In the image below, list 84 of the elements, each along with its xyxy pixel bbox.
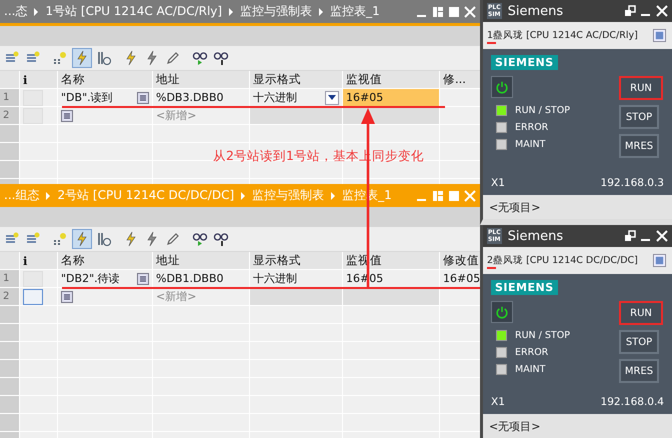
window-icon[interactable] bbox=[653, 254, 666, 267]
table-cell: 16#05 bbox=[443, 272, 480, 285]
breadcrumb-item[interactable]: 监控与强制表 bbox=[240, 3, 312, 20]
power-button[interactable] bbox=[491, 76, 513, 98]
ip-address: 192.168.0.4 bbox=[600, 396, 664, 408]
table-cell: %DB3.DBB0 bbox=[156, 91, 224, 104]
close-icon[interactable] bbox=[656, 230, 668, 242]
column-header[interactable]: 地址 bbox=[153, 71, 249, 88]
grid-icon[interactable] bbox=[51, 230, 69, 248]
brand-logo: SIEMENS bbox=[491, 280, 558, 295]
row-header: 1 bbox=[0, 270, 19, 287]
caret-icon bbox=[328, 95, 336, 100]
row-header: 2 bbox=[0, 288, 19, 305]
dropdown-button[interactable] bbox=[325, 90, 339, 104]
table-cell: <新增> bbox=[156, 289, 196, 304]
table-cell: %DB1.DBB0 bbox=[156, 272, 224, 285]
tag-list-icon[interactable] bbox=[137, 272, 149, 284]
led-label: ERROR bbox=[515, 347, 548, 358]
column-header[interactable]: 名称 bbox=[58, 252, 152, 269]
device-name: 2蠱风珑 [CPU 1214C DC/DC/DC] bbox=[487, 254, 638, 267]
panel-title: Siemens bbox=[508, 228, 564, 244]
panel-title: Siemens bbox=[508, 4, 564, 18]
mode-button[interactable]: MRES bbox=[619, 359, 659, 383]
split-icon[interactable] bbox=[432, 6, 444, 18]
led-label: RUN / STOP bbox=[515, 330, 570, 341]
column-header[interactable]: 名称 bbox=[58, 71, 152, 88]
column-header[interactable]: 显示格式 bbox=[250, 252, 342, 269]
tag-list-icon[interactable] bbox=[61, 110, 73, 122]
power-button[interactable] bbox=[491, 301, 513, 323]
brand-logo: SIEMENS bbox=[491, 55, 558, 70]
port-label: X1 bbox=[491, 396, 505, 408]
lightning-icon[interactable] bbox=[72, 48, 92, 68]
led-label: RUN / STOP bbox=[515, 105, 570, 116]
breadcrumb-arrow-icon bbox=[33, 8, 40, 16]
port-label: X1 bbox=[491, 177, 505, 189]
power-icon bbox=[495, 80, 509, 94]
maximize-icon[interactable] bbox=[448, 6, 460, 18]
table-cell: 十六进制 bbox=[253, 271, 297, 286]
row-header: 2 bbox=[0, 107, 19, 124]
mode-button[interactable]: MRES bbox=[619, 134, 659, 158]
led-label: MAINT bbox=[515, 139, 546, 150]
restore-icon[interactable] bbox=[624, 230, 636, 242]
table-cell: <新增> bbox=[156, 108, 196, 123]
annotation-underline bbox=[487, 42, 496, 44]
breadcrumb-item[interactable]: 监控表_1 bbox=[330, 3, 380, 20]
tag-list-icon[interactable] bbox=[137, 92, 149, 104]
grid-icon[interactable] bbox=[51, 49, 69, 67]
mode-button[interactable]: RUN bbox=[619, 301, 663, 325]
restore-icon[interactable] bbox=[624, 5, 636, 17]
column-header[interactable]: i bbox=[20, 71, 57, 88]
mode-button[interactable]: STOP bbox=[619, 105, 659, 129]
window-icon[interactable] bbox=[653, 29, 666, 42]
project-label: <无项目> bbox=[489, 200, 540, 214]
ip-address: 192.168.0.3 bbox=[600, 177, 664, 189]
close-icon[interactable] bbox=[656, 5, 668, 17]
table-cell: 16#05 bbox=[343, 89, 439, 106]
mode-button[interactable]: RUN bbox=[619, 76, 663, 100]
column-header[interactable]: 监视值 bbox=[343, 71, 439, 88]
mode-button[interactable]: STOP bbox=[619, 330, 659, 354]
breadcrumb-item[interactable]: ...态 bbox=[4, 3, 28, 20]
table-cell: "DB2".待读 bbox=[61, 271, 120, 286]
led-label: MAINT bbox=[515, 364, 546, 375]
breadcrumb-arrow-icon bbox=[45, 192, 52, 200]
device-name: 1蠱风珑 [CPU 1214C AC/DC/Rly] bbox=[487, 29, 638, 42]
tag-list-icon[interactable] bbox=[61, 290, 73, 302]
project-label: <无项目> bbox=[489, 418, 540, 434]
annotation-underline bbox=[487, 267, 496, 269]
column-header[interactable]: i bbox=[20, 252, 57, 269]
power-icon bbox=[495, 305, 509, 319]
breadcrumb-arrow-icon bbox=[318, 8, 324, 16]
lightning-icon[interactable] bbox=[72, 229, 92, 249]
column-header[interactable]: 地址 bbox=[153, 252, 249, 269]
table-cell: 十六进制 bbox=[253, 90, 297, 105]
breadcrumb-arrow-icon bbox=[228, 8, 234, 16]
column-header[interactable]: 显示格式 bbox=[250, 71, 342, 88]
led-label: ERROR bbox=[515, 122, 548, 133]
breadcrumb-arrow-icon bbox=[330, 192, 336, 200]
row-selector[interactable] bbox=[23, 288, 43, 304]
column-header[interactable]: 修... bbox=[440, 71, 479, 88]
breadcrumb-arrow-icon bbox=[240, 192, 246, 200]
table-cell: "DB".读到 bbox=[61, 90, 113, 105]
breadcrumb-item[interactable]: 1号站 [CPU 1214C AC/DC/Rly] bbox=[45, 3, 222, 20]
column-header[interactable]: 修改值 bbox=[440, 252, 479, 269]
row-header: 1 bbox=[0, 89, 19, 106]
